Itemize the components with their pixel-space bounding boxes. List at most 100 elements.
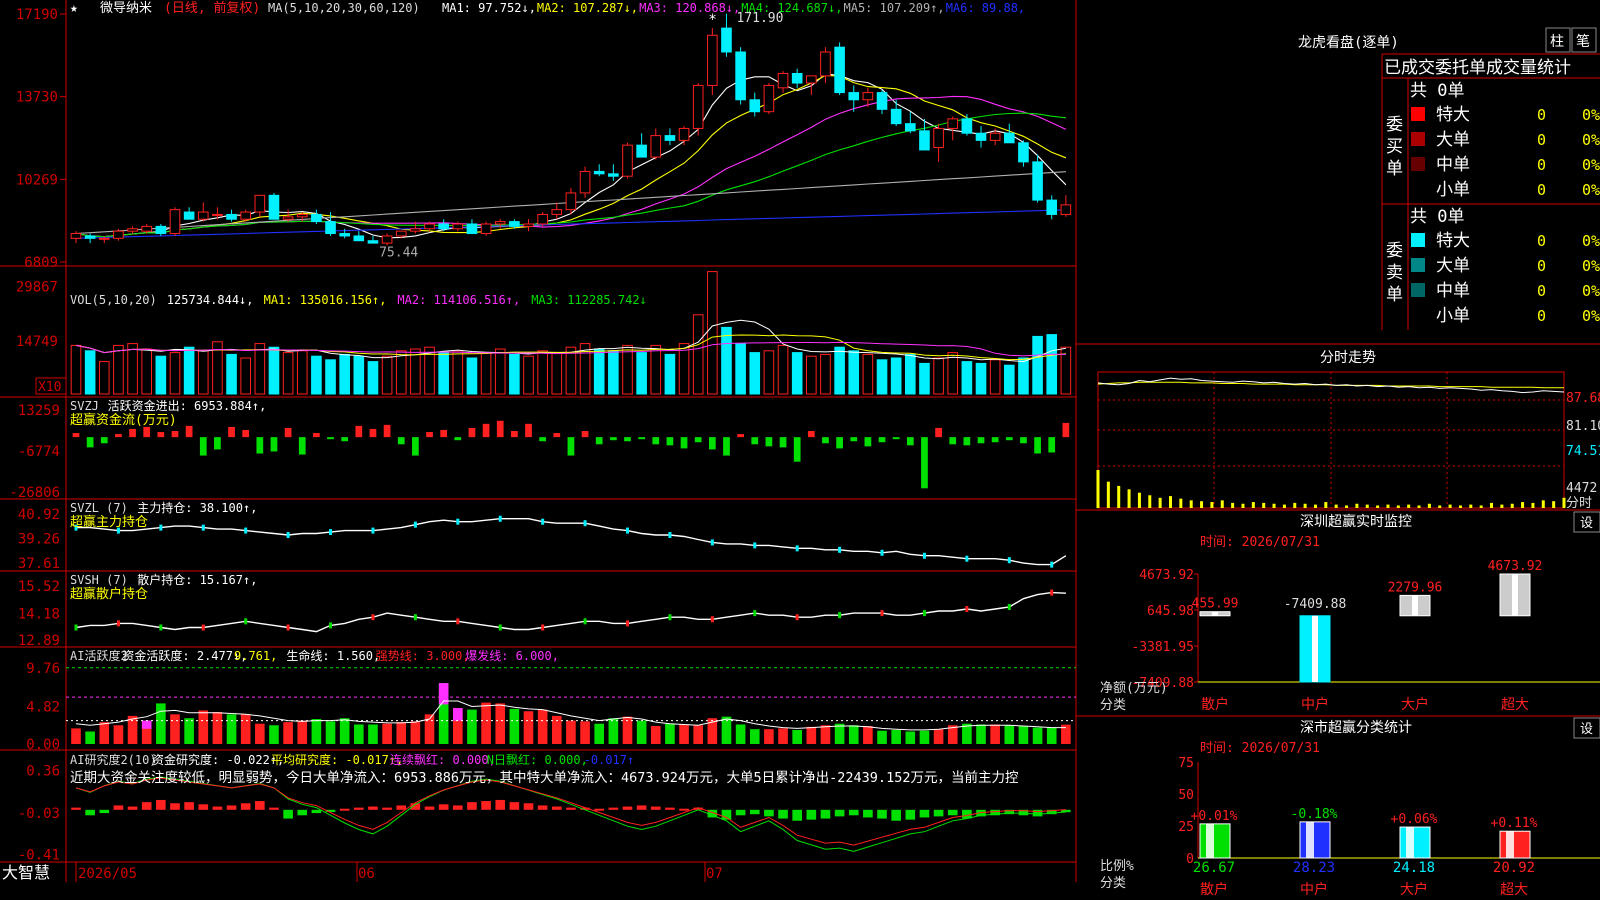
volume-bar[interactable] <box>947 352 959 395</box>
research-bar[interactable] <box>806 809 817 820</box>
volume-bar[interactable] <box>410 348 421 395</box>
volume-bar[interactable] <box>197 350 209 395</box>
volume-bar[interactable] <box>70 344 82 395</box>
flow-bar[interactable] <box>793 437 801 462</box>
candle-body[interactable] <box>876 92 888 110</box>
flow-bar[interactable] <box>270 437 278 452</box>
volume-bar[interactable] <box>862 353 874 395</box>
activity-bar[interactable] <box>650 726 661 744</box>
volume-bar[interactable] <box>466 357 478 395</box>
volume-bar[interactable] <box>721 326 732 395</box>
research-bar[interactable] <box>679 808 689 811</box>
candle-body[interactable] <box>650 135 662 158</box>
research-bar[interactable] <box>905 809 916 820</box>
candle-body[interactable] <box>749 99 761 113</box>
volume-bar[interactable] <box>975 362 987 395</box>
research-bar[interactable] <box>438 804 449 810</box>
candle-body[interactable] <box>155 225 167 235</box>
candle-body[interactable] <box>339 233 350 237</box>
volume-bar[interactable] <box>593 348 605 395</box>
flow-bar[interactable] <box>935 427 942 438</box>
research-bar[interactable] <box>354 807 364 810</box>
flow-bar[interactable] <box>892 437 900 440</box>
activity-bar[interactable] <box>354 724 364 744</box>
research-bar[interactable] <box>665 807 675 810</box>
volume-bar[interactable] <box>678 343 690 395</box>
volume-bar[interactable] <box>848 350 860 395</box>
flow-bar[interactable] <box>807 430 815 438</box>
candle-body[interactable] <box>947 118 959 129</box>
flow-bar[interactable] <box>708 437 716 450</box>
research-bar[interactable] <box>820 809 831 819</box>
activity-bar[interactable] <box>537 709 548 744</box>
s2-bar[interactable] <box>1199 823 1231 859</box>
research-bar[interactable] <box>424 806 435 810</box>
flow-bar[interactable] <box>383 424 391 438</box>
flow-bar[interactable] <box>426 432 433 438</box>
volume-bar[interactable] <box>113 344 124 395</box>
volume-bar[interactable] <box>890 357 902 395</box>
candle-body[interactable] <box>410 228 421 232</box>
activity-bar[interactable] <box>113 725 124 744</box>
flow-bar[interactable] <box>298 437 306 455</box>
research-bar[interactable] <box>735 809 746 816</box>
research-bar[interactable] <box>622 806 633 810</box>
activity-bar[interactable] <box>481 702 491 744</box>
volume-bar[interactable] <box>452 350 464 395</box>
activity-bar[interactable] <box>269 725 279 744</box>
flow-bar[interactable] <box>751 437 759 445</box>
flow-bar[interactable] <box>638 437 645 440</box>
research-bar[interactable] <box>452 805 463 810</box>
volume-bar[interactable] <box>777 344 789 395</box>
flow-bar[interactable] <box>878 437 886 443</box>
flow-bar[interactable] <box>100 437 108 444</box>
volume-bar[interactable] <box>240 357 251 395</box>
candle-body[interactable] <box>1003 132 1015 144</box>
research-bar[interactable] <box>636 805 647 810</box>
s2-bar[interactable] <box>1299 821 1331 859</box>
research-bar[interactable] <box>778 809 788 819</box>
flow-bar[interactable] <box>185 425 193 438</box>
activity-bar[interactable] <box>1046 727 1057 744</box>
volume-bar[interactable] <box>339 353 350 395</box>
candle-body[interactable] <box>551 209 563 215</box>
activity-bar[interactable] <box>919 730 930 744</box>
flow-bar[interactable] <box>737 434 744 438</box>
research-bar[interactable] <box>877 809 887 819</box>
candle-body[interactable] <box>806 75 817 84</box>
flow-bar[interactable] <box>595 437 603 445</box>
candle-body[interactable] <box>664 135 676 141</box>
activity-bar[interactable] <box>382 723 392 744</box>
flow-bar[interactable] <box>115 434 122 438</box>
candle-body[interactable] <box>593 170 605 175</box>
volume-bar[interactable] <box>1003 364 1015 395</box>
volume-bar[interactable] <box>353 355 365 395</box>
activity-bar[interactable] <box>608 718 619 744</box>
research-bar[interactable] <box>297 809 308 816</box>
research-bar[interactable] <box>481 801 491 810</box>
activity-bar[interactable] <box>156 703 166 744</box>
candle-body[interactable] <box>98 237 110 240</box>
volume-bar[interactable] <box>381 355 393 395</box>
flow-bar[interactable] <box>454 437 462 441</box>
flow-bar[interactable] <box>609 437 617 441</box>
candle-body[interactable] <box>862 92 874 101</box>
research-bar[interactable] <box>467 802 477 810</box>
candle-body[interactable] <box>424 223 435 230</box>
volume-bar[interactable] <box>438 352 449 395</box>
flow-bar[interactable] <box>72 433 80 438</box>
flow-bar[interactable] <box>666 437 674 446</box>
candle-body[interactable] <box>268 194 280 220</box>
volume-bar[interactable] <box>395 350 407 395</box>
flow-bar[interactable] <box>567 437 575 456</box>
activity-bar[interactable] <box>99 722 110 744</box>
activity-bar[interactable] <box>834 723 845 744</box>
flow-bar[interactable] <box>327 437 334 440</box>
flow-bar[interactable] <box>256 437 264 454</box>
flow-bar[interactable] <box>906 437 914 446</box>
research-bar[interactable] <box>255 801 265 810</box>
research-bar[interactable] <box>283 809 293 819</box>
flow-bar[interactable] <box>214 437 221 450</box>
research-bar[interactable] <box>1032 809 1043 817</box>
volume-bar[interactable] <box>254 343 266 395</box>
